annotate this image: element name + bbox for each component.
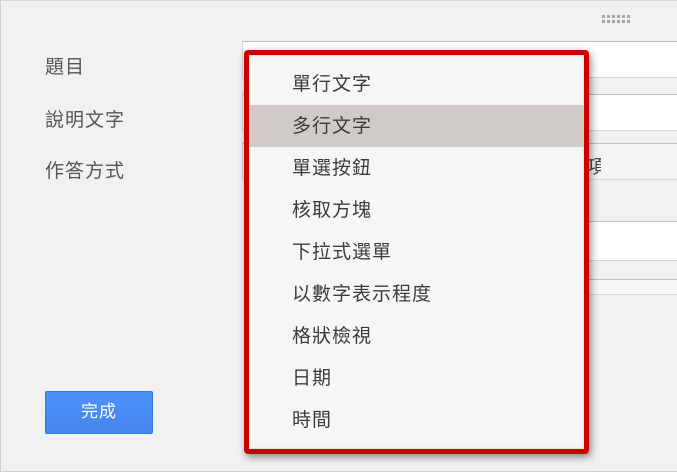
drag-handle-icon[interactable]	[602, 15, 632, 27]
hidden-option-input[interactable]	[587, 221, 677, 261]
done-button[interactable]: 完成	[45, 391, 153, 434]
description-label: 說明文字	[45, 109, 126, 131]
option-multiple-choice[interactable]: 單選按鈕	[249, 147, 584, 189]
option-choose-from-list[interactable]: 下拉式選單	[249, 231, 584, 273]
question-title-label: 題目	[45, 56, 86, 78]
question-edit-panel: 題目 說明文字 作答方式 項 完成 單行文字 多行文字 單選按鈕 核取方塊 下拉…	[0, 0, 677, 472]
option-time[interactable]: 時間	[249, 399, 584, 441]
answer-type-label: 作答方式	[45, 160, 126, 182]
option-single-line-text[interactable]: 單行文字	[249, 63, 584, 105]
answer-type-dropdown: 單行文字 多行文字 單選按鈕 核取方塊 下拉式選單 以數字表示程度 格狀檢視 日…	[244, 50, 589, 454]
option-date[interactable]: 日期	[249, 357, 584, 399]
hidden-option-row[interactable]	[587, 279, 677, 295]
option-checkboxes[interactable]: 核取方塊	[249, 189, 584, 231]
option-paragraph-text[interactable]: 多行文字	[249, 105, 584, 147]
option-scale[interactable]: 以數字表示程度	[249, 273, 584, 315]
answer-type-select-partial-text: 項	[587, 156, 601, 178]
option-grid[interactable]: 格狀檢視	[249, 315, 584, 357]
